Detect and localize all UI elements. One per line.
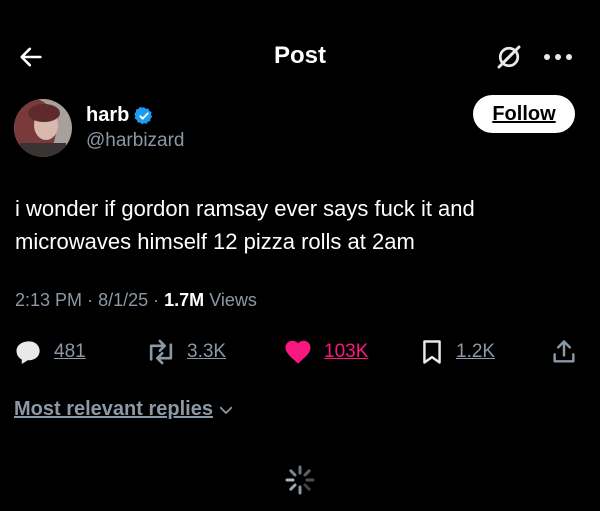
bookmark-button[interactable]: 1.2K (418, 336, 495, 368)
reply-button[interactable]: 481 (14, 336, 86, 368)
replies-sort-label: Most relevant replies (14, 398, 213, 420)
grok-button[interactable] (492, 40, 526, 74)
tweet-meta: 2:13 PM · 8/1/25 · 1.7M Views (15, 290, 257, 311)
author-handle[interactable]: @harbizard (86, 130, 185, 152)
post-date[interactable]: 8/1/25 (98, 290, 148, 310)
grok-icon (497, 45, 521, 69)
follow-button[interactable]: Follow (473, 95, 575, 133)
post-time[interactable]: 2:13 PM (15, 290, 82, 310)
views-label: Views (209, 290, 257, 310)
heart-icon (285, 340, 311, 364)
like-count: 103K (324, 341, 369, 362)
tweet-text-line: microwaves himself 12 pizza rolls at 2am (15, 229, 415, 254)
views-count: 1.7M (164, 290, 205, 310)
chevron-down-icon (219, 406, 233, 414)
more-dots-icon (544, 54, 572, 60)
bookmark-icon (423, 340, 441, 364)
more-options-button[interactable] (538, 40, 578, 74)
share-button[interactable] (550, 336, 578, 368)
meta-separator: · (153, 290, 160, 310)
bookmark-count: 1.2K (456, 341, 496, 362)
reply-icon (16, 341, 40, 364)
repost-button[interactable]: 3.3K (145, 336, 226, 368)
tweet-text: i wonder if gordon ramsay ever says fuck… (15, 192, 585, 258)
profile-avatar (14, 99, 72, 157)
repost-count: 3.3K (187, 341, 227, 362)
reply-count: 481 (54, 341, 86, 362)
author-name[interactable]: harb (86, 104, 129, 127)
like-button[interactable]: 103K (282, 336, 368, 368)
loading-spinner-icon (285, 465, 315, 495)
avatar[interactable] (14, 99, 72, 157)
verified-badge-icon (134, 106, 153, 125)
tweet-text-line: i wonder if gordon ramsay ever says fuck… (15, 196, 475, 221)
replies-sort-dropdown[interactable]: Most relevant replies (14, 398, 235, 421)
repost-icon (149, 339, 173, 365)
meta-separator: · (87, 290, 94, 310)
share-icon (553, 340, 575, 363)
